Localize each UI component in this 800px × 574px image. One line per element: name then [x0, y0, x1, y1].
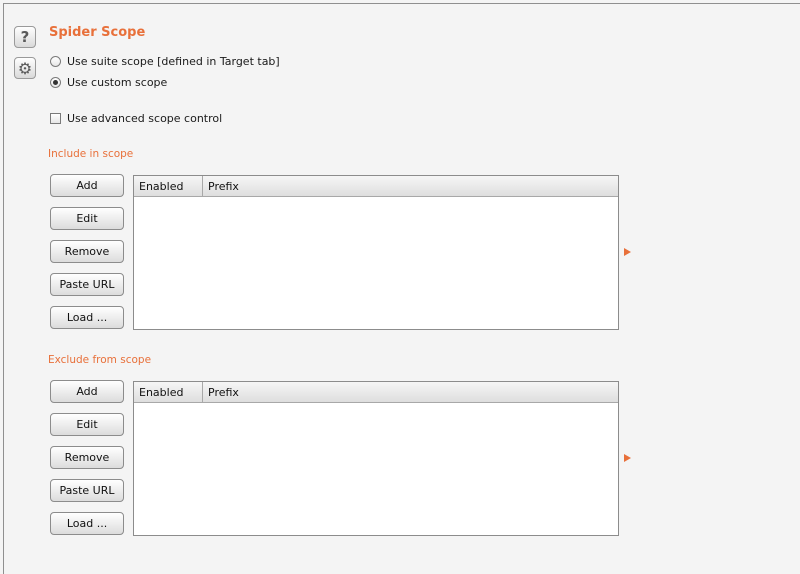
exclude-table-header: Enabled Prefix [134, 382, 618, 403]
exclude-column-enabled[interactable]: Enabled [134, 382, 203, 402]
custom-scope-label: Use custom scope [67, 75, 168, 89]
exclude-paste-url-button[interactable]: Paste URL [50, 479, 124, 502]
expand-arrow-icon[interactable] [624, 454, 631, 462]
include-load-button[interactable]: Load ... [50, 306, 124, 329]
advanced-scope-option[interactable]: Use advanced scope control [50, 110, 222, 126]
advanced-scope-label: Use advanced scope control [67, 111, 223, 125]
include-table[interactable]: Enabled Prefix [133, 175, 619, 330]
custom-scope-option[interactable]: Use custom scope [50, 74, 167, 90]
include-edit-button[interactable]: Edit [50, 207, 124, 230]
panel-title: Spider Scope [49, 25, 146, 40]
include-column-enabled[interactable]: Enabled [134, 176, 203, 196]
suite-scope-label: Use suite scope [defined in Target tab] [67, 54, 280, 68]
include-paste-url-button[interactable]: Paste URL [50, 273, 124, 296]
suite-scope-radio[interactable] [50, 55, 61, 67]
exclude-remove-button[interactable]: Remove [50, 446, 124, 469]
exclude-column-prefix[interactable]: Prefix [203, 382, 618, 402]
gear-icon[interactable]: ⚙ [14, 57, 36, 79]
suite-scope-option[interactable]: Use suite scope [defined in Target tab] [50, 53, 280, 69]
expand-arrow-icon[interactable] [624, 248, 631, 256]
include-section-label: Include in scope [48, 148, 134, 160]
include-table-header: Enabled Prefix [134, 176, 618, 197]
exclude-edit-button[interactable]: Edit [50, 413, 124, 436]
exclude-table[interactable]: Enabled Prefix [133, 381, 619, 536]
exclude-load-button[interactable]: Load ... [50, 512, 124, 535]
exclude-add-button[interactable]: Add [50, 380, 124, 403]
include-column-prefix[interactable]: Prefix [203, 176, 618, 196]
help-icon[interactable]: ? [14, 26, 36, 48]
advanced-scope-checkbox[interactable] [50, 112, 61, 124]
include-remove-button[interactable]: Remove [50, 240, 124, 263]
include-add-button[interactable]: Add [50, 174, 124, 197]
exclude-section-label: Exclude from scope [48, 354, 152, 366]
custom-scope-radio[interactable] [50, 76, 61, 88]
